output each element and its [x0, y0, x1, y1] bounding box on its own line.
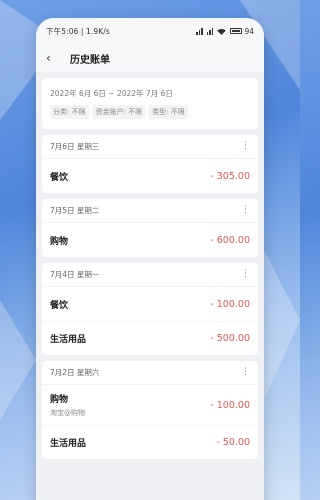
- filter-tag-account[interactable]: 资金账户: 不限: [92, 105, 146, 119]
- list-item[interactable]: 餐饮 - 100.00: [42, 287, 258, 321]
- filter-tag-type[interactable]: 类型: 不限: [149, 105, 188, 119]
- entry-category: 餐饮: [50, 172, 69, 183]
- more-vertical-icon[interactable]: ⋮: [241, 142, 250, 151]
- status-time-speed: 下午5:06 | 1.9K/s: [46, 26, 110, 36]
- back-arrow-icon[interactable]: ‹: [46, 51, 66, 65]
- entry-amount: - 305.00: [210, 170, 250, 182]
- date-range: 2022年 6月 6日 ~ 2022年 7月 6日: [50, 89, 173, 98]
- entry-amount: - 100.00: [210, 399, 250, 411]
- status-icons: 94: [196, 27, 254, 36]
- list-item[interactable]: 生活用品 - 500.00: [42, 321, 258, 355]
- entry-category: 生活用品: [50, 335, 87, 345]
- more-vertical-icon[interactable]: ⋮: [241, 368, 250, 377]
- entry-category: 购物: [50, 236, 69, 247]
- page-title: 历史账单: [70, 54, 110, 66]
- status-bar: 下午5:06 | 1.9K/s 94: [36, 18, 264, 44]
- entry-amount: - 100.00: [210, 298, 250, 310]
- phone-screen: 下午5:06 | 1.9K/s 94 ‹ 历史账单 2022年 6月 6日 ~ …: [36, 18, 264, 500]
- day-date: 7月5日 星期二: [50, 206, 100, 215]
- list-item[interactable]: 购物 - 600.00: [42, 223, 258, 257]
- day-card: 7月2日 星期六 ⋮ 购物 淘宝@购物 - 100.00 生活用品 - 50.0…: [42, 361, 258, 459]
- list-item[interactable]: 生活用品 - 50.00: [42, 425, 258, 459]
- filter-card[interactable]: 2022年 6月 6日 ~ 2022年 7月 6日 分类: 不限 资金账户: 不…: [42, 78, 258, 129]
- day-card: 7月4日 星期一 ⋮ 餐饮 - 100.00 生活用品 - 500.00: [42, 263, 258, 355]
- bill-list: 2022年 6月 6日 ~ 2022年 7月 6日 分类: 不限 资金账户: 不…: [36, 72, 264, 500]
- list-item[interactable]: 购物 淘宝@购物 - 100.00: [42, 385, 258, 425]
- entry-note: 淘宝@购物: [50, 409, 85, 417]
- day-date: 7月4日 星期一: [50, 270, 100, 279]
- day-card: 7月6日 星期三 ⋮ 餐饮 - 305.00: [42, 135, 258, 193]
- more-vertical-icon[interactable]: ⋮: [241, 206, 250, 215]
- wifi-icon: [217, 28, 227, 35]
- day-header: 7月5日 星期二 ⋮: [42, 199, 258, 223]
- entry-category: 生活用品: [50, 439, 87, 449]
- day-header: 7月6日 星期三 ⋮: [42, 135, 258, 159]
- filter-tags: 分类: 不限 资金账户: 不限 类型: 不限: [50, 105, 250, 119]
- list-item[interactable]: 餐饮 - 305.00: [42, 159, 258, 193]
- entry-amount: - 50.00: [216, 437, 250, 448]
- battery-percent: 94: [244, 26, 254, 36]
- signal-icon-2: [206, 27, 214, 35]
- filter-tag-category[interactable]: 分类: 不限: [50, 105, 89, 119]
- day-card: 7月5日 星期二 ⋮ 购物 - 600.00: [42, 199, 258, 257]
- day-header: 7月4日 星期一 ⋮: [42, 263, 258, 287]
- entry-amount: - 500.00: [210, 333, 250, 344]
- more-vertical-icon[interactable]: ⋮: [241, 270, 250, 279]
- signal-icon: [196, 27, 203, 35]
- battery-indicator: 94: [230, 27, 254, 36]
- day-header: 7月2日 星期六 ⋮: [42, 361, 258, 385]
- top-nav: ‹ 历史账单: [36, 44, 264, 72]
- day-date: 7月6日 星期三: [50, 142, 100, 151]
- day-date: 7月2日 星期六: [50, 368, 100, 377]
- entry-amount: - 600.00: [210, 234, 250, 246]
- entry-category: 餐饮: [50, 300, 69, 311]
- entry-category: 购物: [50, 395, 69, 405]
- battery-icon: [230, 28, 243, 34]
